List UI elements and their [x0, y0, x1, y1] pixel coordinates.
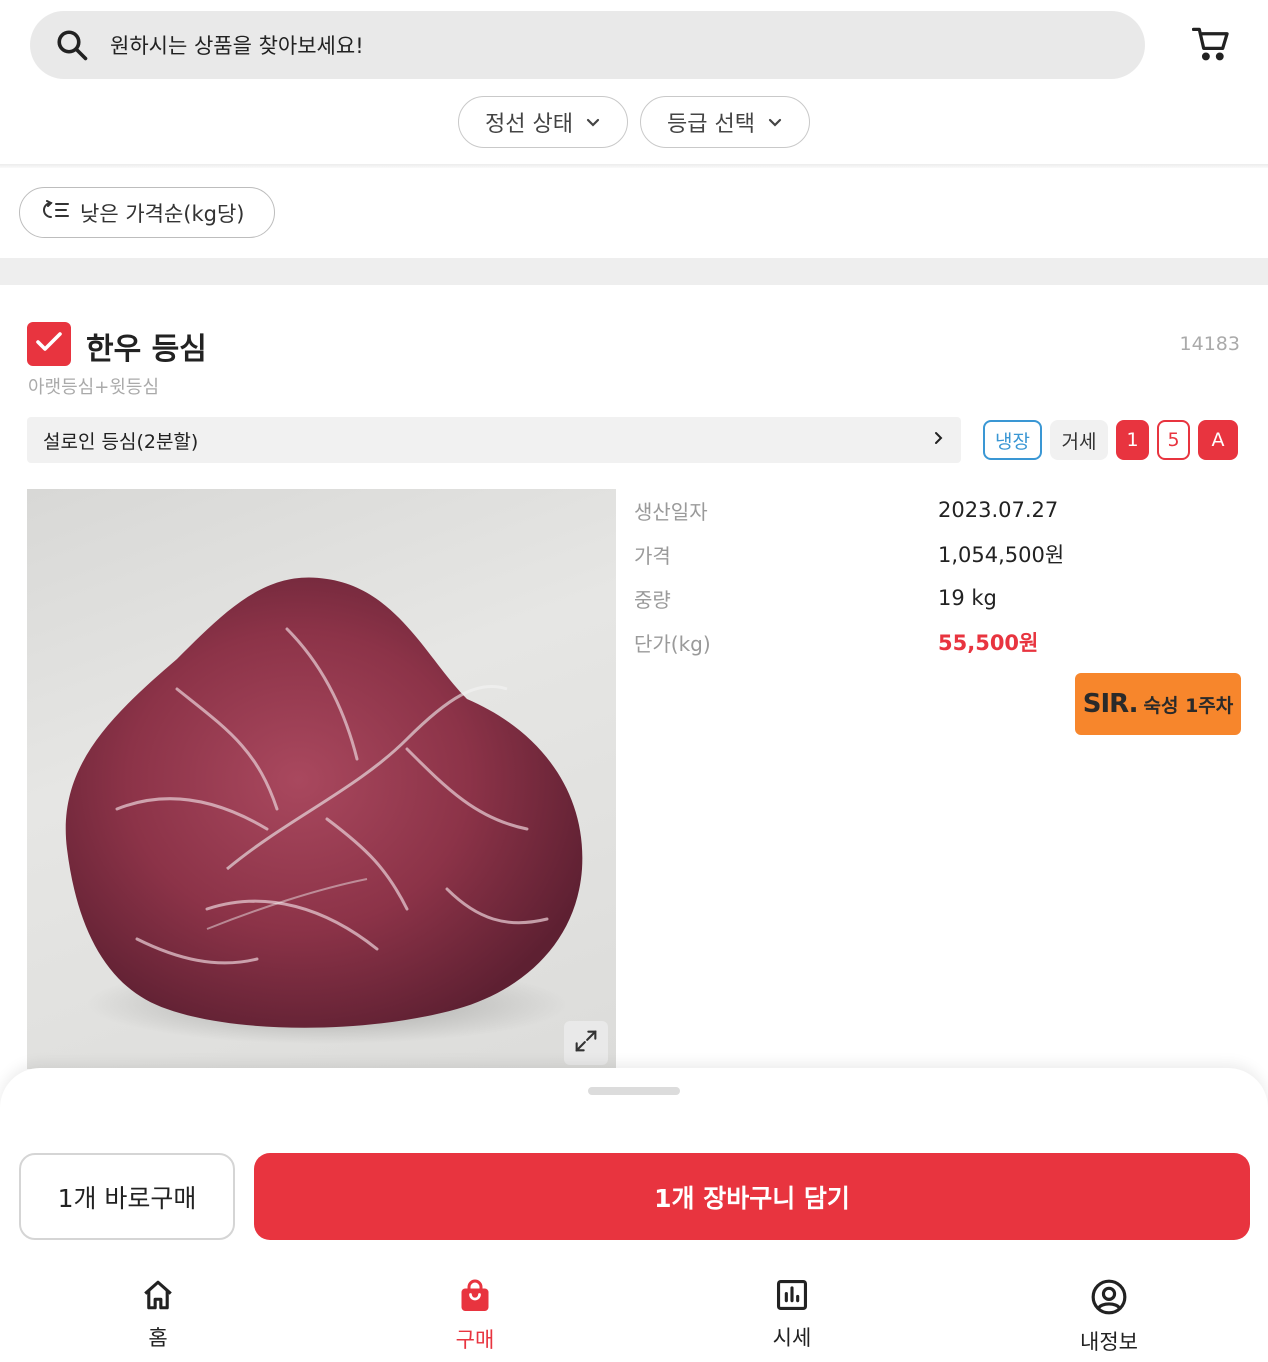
product-photo[interactable]	[27, 489, 616, 1069]
aging-text: 숙성 1주차	[1143, 694, 1234, 717]
header-divider	[0, 164, 1268, 168]
spec-label: 생산일자	[634, 499, 708, 524]
spec-value: 2023.07.27	[938, 498, 1059, 522]
nav-buy[interactable]: 구매	[415, 1278, 535, 1354]
spec-row-unit-price: 단가(kg) 55,500원	[634, 620, 1254, 664]
carcass-tag: 거세	[1050, 420, 1108, 460]
bar-chart-icon	[775, 1278, 809, 1316]
filter-trim-state[interactable]: 정선 상태	[458, 96, 628, 148]
expand-button[interactable]	[564, 1021, 608, 1065]
spec-value: 1,054,500원	[938, 543, 1065, 567]
chevron-down-icon	[767, 110, 783, 135]
search-placeholder: 원하시는 상품을 찾아보세요!	[110, 34, 364, 58]
spec-row-production-date: 생산일자 2023.07.27	[634, 488, 1254, 532]
filter-grade-select[interactable]: 등급 선택	[640, 96, 810, 148]
spec-value: 19 kg	[938, 586, 997, 610]
home-icon	[140, 1278, 176, 1316]
grade-tag-1: 1	[1116, 420, 1149, 460]
user-circle-icon	[1090, 1278, 1128, 1320]
nav-market-price[interactable]: 시세	[732, 1278, 852, 1352]
grade-tag-2: 5	[1157, 420, 1190, 460]
product-checkbox[interactable]	[27, 322, 71, 366]
unit-price-value: 55,500원	[938, 631, 1039, 655]
action-sheet: 1개 바로구매 1개 장바구니 담기	[0, 1068, 1268, 1264]
buy-now-button[interactable]: 1개 바로구매	[19, 1153, 235, 1240]
cut-selector[interactable]: 설로인 등심(2분할)	[27, 417, 961, 463]
search-bar[interactable]: 원하시는 상품을 찾아보세요!	[30, 11, 1145, 79]
product-title: 한우 등심	[86, 332, 207, 367]
storage-tag: 냉장	[983, 420, 1042, 460]
spec-label: 단가(kg)	[634, 631, 711, 656]
filter-grade-select-label: 등급 선택	[667, 112, 755, 137]
product-id: 14183	[1179, 333, 1240, 355]
spec-row-weight: 중량 19 kg	[634, 576, 1254, 620]
sheet-handle[interactable]	[588, 1087, 680, 1095]
grade-tag-3: A	[1198, 420, 1238, 460]
nav-home[interactable]: 홈	[98, 1278, 218, 1352]
section-divider	[0, 258, 1268, 285]
chevron-right-icon	[933, 430, 945, 450]
check-icon	[34, 330, 64, 358]
nav-label: 홈	[148, 1326, 168, 1350]
search-icon	[52, 25, 92, 65]
filter-trim-state-label: 정선 상태	[485, 112, 573, 137]
expand-icon	[572, 1027, 600, 1059]
cart-icon	[1191, 26, 1230, 66]
sort-icon	[42, 200, 70, 225]
product-specs: 생산일자 2023.07.27 가격 1,054,500원 중량 19 kg 단…	[634, 488, 1254, 664]
nav-label: 구매	[455, 1328, 495, 1352]
sir-logo: SIR.	[1082, 689, 1139, 719]
nav-my-info[interactable]: 내정보	[1049, 1278, 1169, 1356]
chevron-down-icon	[585, 110, 601, 135]
cut-label: 설로인 등심(2분할)	[43, 430, 199, 453]
aging-badge: SIR. 숙성 1주차	[1075, 673, 1241, 735]
filter-bar: 정선 상태 등급 선택	[0, 96, 1268, 148]
sort-button[interactable]: 낮은 가격순(kg당)	[19, 187, 275, 238]
product-subtitle: 아랫등심+윗등심	[28, 377, 160, 398]
bottom-nav: 홈 구매 시세 내정보	[0, 1264, 1268, 1362]
shopping-bag-icon	[457, 1278, 493, 1318]
meat-image	[65, 577, 583, 1044]
add-to-cart-button[interactable]: 1개 장바구니 담기	[254, 1153, 1250, 1240]
nav-label: 내정보	[1080, 1330, 1138, 1354]
spec-label: 가격	[634, 543, 671, 568]
cart-button[interactable]	[1188, 24, 1234, 68]
spec-row-price: 가격 1,054,500원	[634, 532, 1254, 576]
sort-label: 낮은 가격순(kg당)	[80, 201, 245, 226]
nav-label: 시세	[772, 1326, 812, 1350]
product-tags: 냉장 거세 1 5 A	[983, 420, 1238, 460]
spec-label: 중량	[634, 587, 671, 612]
